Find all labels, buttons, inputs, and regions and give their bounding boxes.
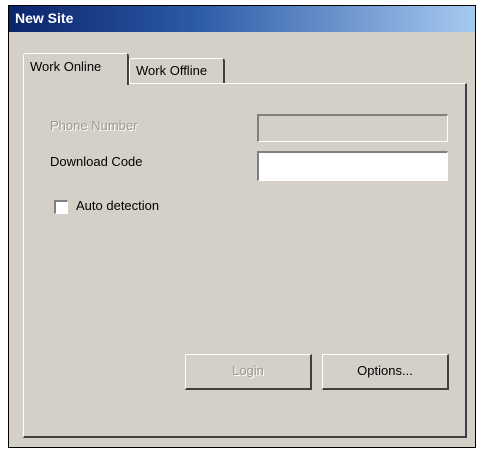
auto-detection-checkbox[interactable]	[54, 200, 68, 214]
phone-number-field[interactable]	[257, 114, 448, 142]
auto-detection-label[interactable]: Auto detection	[76, 198, 159, 213]
tab-panel-work-online: Phone Number Download Code Auto detectio…	[23, 83, 467, 438]
tab-work-online[interactable]: Work Online	[23, 53, 129, 85]
options-button[interactable]: Options...	[322, 354, 449, 390]
phone-number-label: Phone Number	[50, 118, 138, 133]
window-title: New Site	[15, 10, 74, 26]
login-button[interactable]: Login	[185, 354, 312, 390]
download-code-field[interactable]	[257, 151, 448, 181]
tab-work-offline[interactable]: Work Offline	[129, 58, 225, 84]
download-code-label: Download Code	[50, 154, 143, 169]
new-site-dialog: New Site Work Online Work Offline Phone …	[8, 5, 476, 448]
title-bar[interactable]: New Site	[9, 6, 475, 32]
